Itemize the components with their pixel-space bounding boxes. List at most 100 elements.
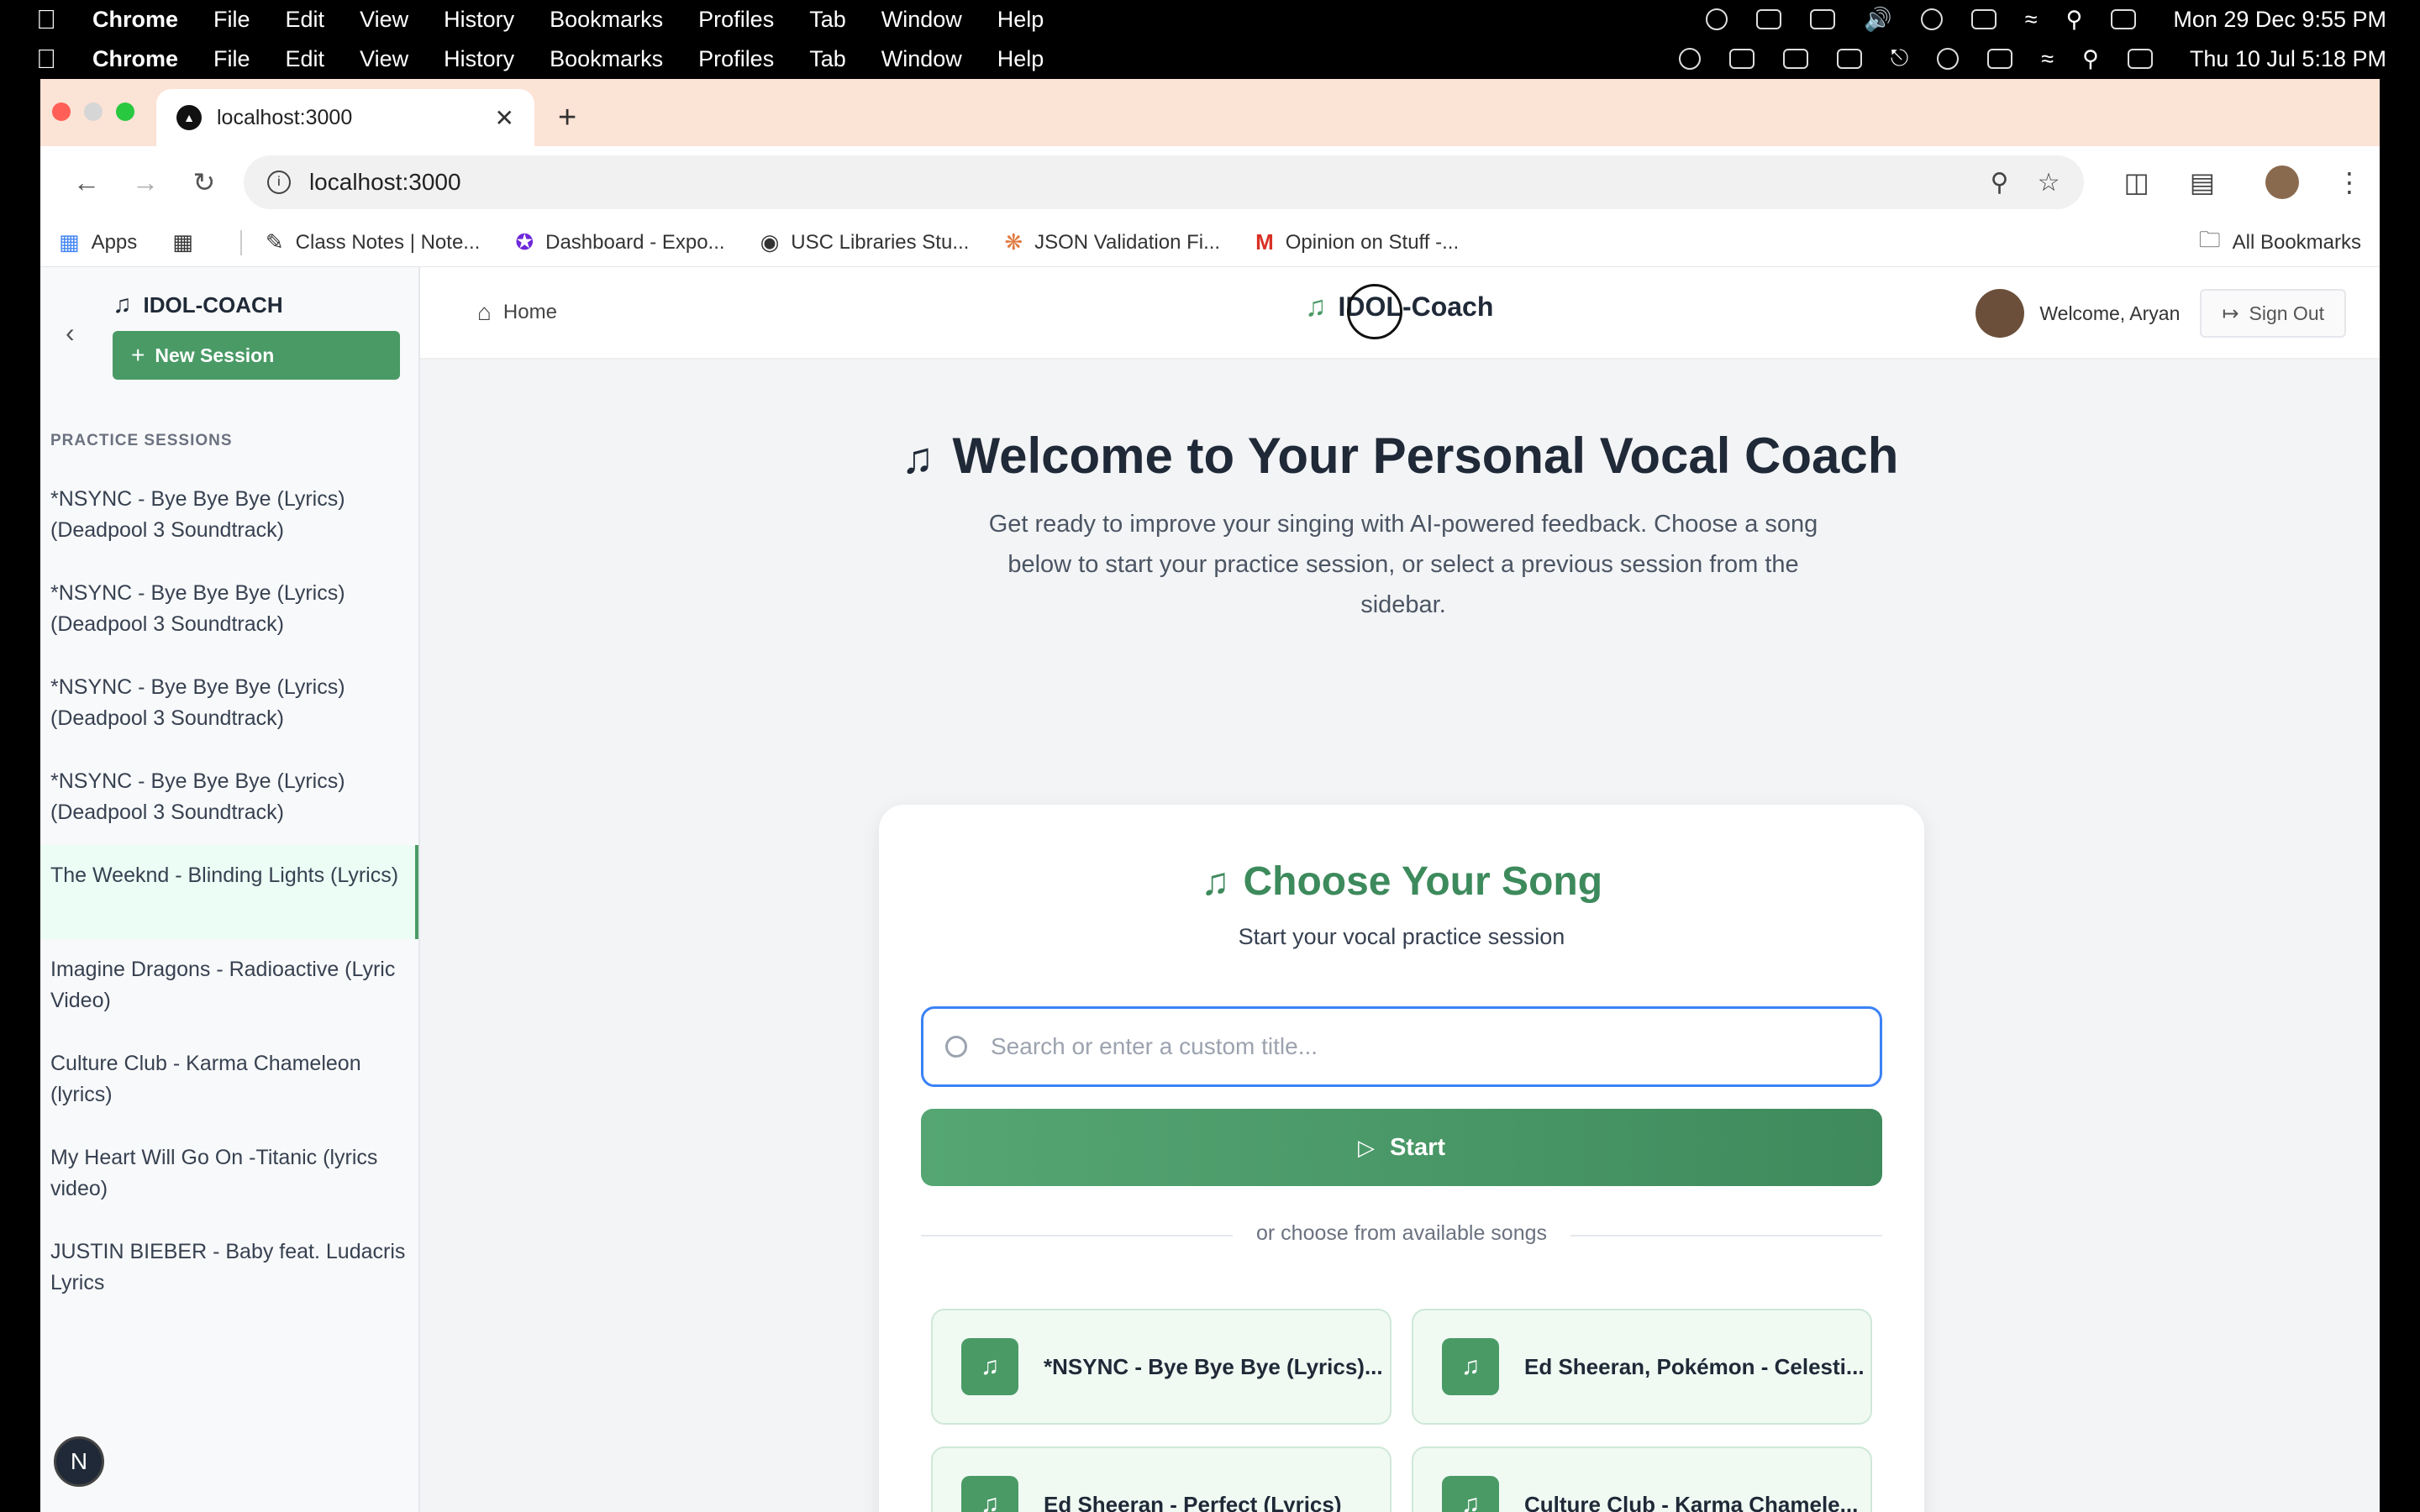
bookmark-dashboard[interactable]: ✪ Dashboard - Expo... bbox=[515, 229, 724, 255]
menu-help[interactable]: Help bbox=[997, 7, 1044, 33]
extensions-icon[interactable]: ◫ bbox=[2124, 166, 2149, 198]
play-icon: ▷ bbox=[1357, 1134, 1375, 1160]
battery-icon[interactable] bbox=[1987, 49, 2013, 69]
page-description: Get ready to improve your singing with A… bbox=[988, 511, 1818, 618]
bookmark-apps[interactable]: ▦ Apps bbox=[59, 229, 137, 255]
reload-icon[interactable]: ↻ bbox=[175, 166, 234, 198]
song-search-field[interactable] bbox=[921, 1006, 1882, 1087]
volume-icon[interactable]: 🔊 bbox=[1864, 6, 1892, 33]
close-tab-icon[interactable]: ✕ bbox=[495, 104, 514, 132]
avatar[interactable] bbox=[1975, 289, 2025, 338]
session-item[interactable]: Culture Club - Karma Chameleon (lyrics) bbox=[40, 1033, 418, 1127]
song-option[interactable]: ♫ *NSYNC - Bye Bye Bye (Lyrics)... bbox=[931, 1309, 1392, 1425]
song-chooser-card: ♫ Choose Your Song Start your vocal pract… bbox=[879, 805, 1924, 1512]
bookmarks-bar: ▦ Apps ▦ ✎ Class Notes | Note... ✪ Dashb… bbox=[40, 218, 2380, 267]
airplay-icon[interactable] bbox=[1810, 9, 1836, 29]
new-session-button[interactable]: + New Session bbox=[113, 331, 400, 380]
menu-edit[interactable]: Edit bbox=[286, 46, 325, 72]
home-link[interactable]: ⌂ Home bbox=[477, 299, 557, 326]
bookmark-usc-libraries[interactable]: ◉ USC Libraries Stu... bbox=[760, 229, 970, 255]
menu-bookmarks[interactable]: Bookmarks bbox=[550, 46, 663, 72]
record-icon[interactable] bbox=[1678, 48, 1701, 70]
menu-view[interactable]: View bbox=[360, 46, 408, 72]
control-center-icon[interactable] bbox=[2127, 49, 2153, 69]
back-icon[interactable]: ← bbox=[57, 167, 116, 198]
menu-view[interactable]: View bbox=[360, 7, 408, 33]
menu-bookmarks[interactable]: Bookmarks bbox=[550, 7, 663, 33]
app-logo[interactable]: ♫ IDOL-Coach bbox=[1305, 284, 1493, 339]
site-info-icon[interactable]: i bbox=[266, 171, 291, 194]
document-icon[interactable] bbox=[1782, 49, 1808, 69]
display-icon[interactable] bbox=[1836, 49, 1862, 69]
address-url[interactable]: localhost:3000 bbox=[309, 169, 1962, 196]
close-window-icon[interactable] bbox=[52, 102, 71, 121]
menu-file[interactable]: File bbox=[213, 7, 250, 33]
apple-icon[interactable]:  bbox=[0, 4, 92, 35]
menu-app-name[interactable]: Chrome bbox=[92, 7, 178, 33]
music-note-icon: ♫ bbox=[113, 291, 132, 318]
tab-groups-icon[interactable]: ▦ bbox=[172, 229, 205, 255]
session-item[interactable]: *NSYNC - Bye Bye Bye (Lyrics) (Deadpool … bbox=[40, 469, 418, 563]
nextjs-badge[interactable]: N bbox=[54, 1436, 104, 1487]
session-item[interactable]: *NSYNC - Bye Bye Bye (Lyrics) (Deadpool … bbox=[40, 563, 418, 657]
address-bar[interactable]: i localhost:3000 ⚲ ☆ bbox=[243, 155, 2084, 209]
new-tab-icon[interactable]: + bbox=[558, 100, 576, 136]
minimize-window-icon[interactable] bbox=[84, 102, 103, 121]
user-status-icon[interactable] bbox=[1937, 48, 1960, 70]
menu-app-name[interactable]: Chrome bbox=[92, 46, 178, 72]
bookmark-opinion[interactable]: M Opinion on Stuff -... bbox=[1255, 229, 1459, 255]
menu-help[interactable]: Help bbox=[997, 46, 1044, 72]
song-option[interactable]: ♫ Culture Club - Karma Chamele... bbox=[1412, 1446, 1872, 1512]
collapse-sidebar-icon[interactable]: ‹ bbox=[66, 318, 75, 349]
wifi-icon[interactable]: ≈ bbox=[2025, 7, 2038, 33]
bookmark-class-notes[interactable]: ✎ Class Notes | Note... bbox=[266, 229, 480, 255]
menu-tab[interactable]: Tab bbox=[809, 7, 846, 33]
menu-profiles[interactable]: Profiles bbox=[698, 46, 774, 72]
headphones-icon[interactable]: ⎋ bbox=[1891, 45, 1908, 72]
start-button[interactable]: ▷ Start bbox=[921, 1109, 1882, 1186]
maximize-window-icon[interactable] bbox=[116, 102, 134, 121]
display-icon[interactable] bbox=[1756, 9, 1782, 29]
zoom-icon[interactable]: ⚲ bbox=[1991, 168, 2009, 197]
forward-icon[interactable]: → bbox=[116, 167, 175, 198]
menu-profiles[interactable]: Profiles bbox=[698, 7, 774, 33]
more-menu-icon[interactable]: ⋮ bbox=[2336, 166, 2363, 198]
session-item[interactable]: Imagine Dragons - Radioactive (Lyric Vid… bbox=[40, 939, 418, 1033]
bookmark-star-icon[interactable]: ☆ bbox=[2038, 168, 2060, 197]
session-item[interactable]: JUSTIN BIEBER - Baby feat. Ludacris Lyri… bbox=[40, 1221, 418, 1315]
profile-avatar[interactable] bbox=[2265, 165, 2300, 199]
menu-history[interactable]: History bbox=[444, 7, 514, 33]
song-option[interactable]: ♫ Ed Sheeran - Perfect (Lyrics) bbox=[931, 1446, 1392, 1512]
play-status-icon[interactable] bbox=[1706, 8, 1728, 30]
menu-tab[interactable]: Tab bbox=[809, 46, 846, 72]
session-item[interactable]: *NSYNC - Bye Bye Bye (Lyrics) (Deadpool … bbox=[40, 657, 418, 751]
app-status-icon[interactable] bbox=[1728, 49, 1754, 69]
browser-tab[interactable]: ▲ localhost:3000 ✕ bbox=[156, 89, 534, 146]
battery-icon[interactable] bbox=[1970, 9, 1996, 29]
menu-file[interactable]: File bbox=[213, 46, 250, 72]
search-input[interactable] bbox=[991, 1033, 1880, 1060]
session-item[interactable]: *NSYNC - Bye Bye Bye (Lyrics) (Deadpool … bbox=[40, 751, 418, 845]
sign-out-button[interactable]: ↦ Sign Out bbox=[2200, 289, 2346, 338]
menubar-clock[interactable]: Thu 10 Jul 5:18 PM bbox=[2190, 46, 2386, 72]
wifi-icon[interactable]: ≈ bbox=[2041, 46, 2054, 72]
user-status-icon[interactable] bbox=[1920, 8, 1943, 30]
session-item-active[interactable]: The Weeknd - Blinding Lights (Lyrics) bbox=[40, 845, 418, 939]
sign-out-label: Sign Out bbox=[2249, 302, 2325, 324]
menu-window[interactable]: Window bbox=[881, 7, 962, 33]
session-item[interactable]: My Heart Will Go On -Titanic (lyrics vid… bbox=[40, 1127, 418, 1221]
bookmark-json-validation[interactable]: ❋ JSON Validation Fi... bbox=[1004, 229, 1220, 255]
menu-history[interactable]: History bbox=[444, 46, 514, 72]
all-bookmarks[interactable]: 🗀 All Bookmarks bbox=[2199, 224, 2361, 261]
user-area: Welcome, Aryan ↦ Sign Out bbox=[1975, 289, 2346, 338]
apple-icon[interactable]:  bbox=[0, 44, 92, 75]
tab-search-icon[interactable]: ▤ bbox=[2190, 166, 2215, 198]
menu-edit[interactable]: Edit bbox=[286, 7, 325, 33]
song-option[interactable]: ♫ Ed Sheeran, Pokémon - Celesti... bbox=[1412, 1309, 1872, 1425]
menubar-clock[interactable]: Mon 29 Dec 9:55 PM bbox=[2173, 7, 2386, 33]
spotlight-icon[interactable]: ⚲ bbox=[2066, 7, 2083, 33]
menu-window[interactable]: Window bbox=[881, 46, 962, 72]
control-center-icon[interactable] bbox=[2111, 9, 2137, 29]
spotlight-icon[interactable]: ⚲ bbox=[2082, 46, 2099, 72]
home-icon: ⌂ bbox=[477, 299, 492, 325]
